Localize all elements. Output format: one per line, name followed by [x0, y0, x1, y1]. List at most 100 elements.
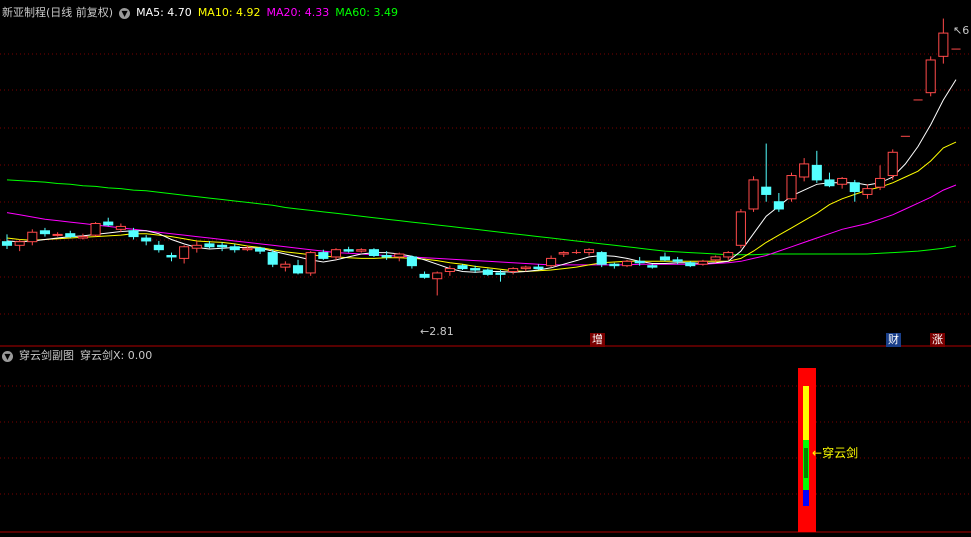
candle-body: [621, 260, 633, 267]
candle[interactable]: [786, 172, 797, 202]
marker-zhang[interactable]: 涨: [930, 333, 945, 347]
candle-body: [482, 269, 493, 275]
candle[interactable]: [27, 229, 38, 246]
candle[interactable]: [647, 264, 658, 269]
candle-body: [1, 241, 13, 246]
candle[interactable]: [508, 267, 519, 275]
candle-body: [406, 256, 417, 267]
candle-body: [103, 221, 114, 226]
candle[interactable]: [811, 150, 822, 183]
candle-body: [799, 163, 810, 178]
candle[interactable]: [938, 18, 949, 64]
marker-zeng[interactable]: 增: [590, 333, 605, 347]
candle[interactable]: [849, 179, 860, 202]
candle-body: [508, 268, 519, 272]
candle[interactable]: [609, 262, 620, 269]
candle[interactable]: [697, 259, 708, 266]
candle-body: [685, 262, 696, 267]
candle[interactable]: [875, 165, 886, 191]
candle-body: [356, 249, 367, 252]
candle[interactable]: [761, 143, 772, 202]
candle[interactable]: [14, 239, 25, 252]
candle[interactable]: [292, 259, 304, 275]
candle-body: [191, 244, 202, 249]
candle[interactable]: [166, 252, 177, 262]
candle-body: [90, 223, 101, 236]
candle[interactable]: [837, 176, 848, 189]
candle[interactable]: [141, 235, 152, 246]
candle-body: [659, 256, 671, 261]
candle[interactable]: [925, 56, 936, 97]
candle[interactable]: [267, 249, 278, 268]
candle[interactable]: [305, 251, 316, 276]
candle[interactable]: [191, 240, 202, 253]
candle[interactable]: [368, 248, 380, 257]
ma10-readout: MA10: 4.92: [197, 6, 261, 19]
signal-bar-blue: [803, 490, 809, 506]
candle[interactable]: [39, 227, 51, 237]
candle[interactable]: [773, 192, 784, 212]
chevron-down-icon[interactable]: ▼: [119, 7, 131, 19]
candle[interactable]: [255, 246, 266, 255]
candle[interactable]: [862, 184, 873, 199]
stock-title: 新亚制程(日线 前复权): [2, 6, 114, 19]
high-price-label: ↖6: [953, 24, 970, 37]
candle[interactable]: [571, 249, 581, 255]
candle[interactable]: [330, 248, 342, 260]
candle[interactable]: [394, 252, 405, 262]
candle-body: [748, 179, 759, 210]
candle[interactable]: [419, 271, 430, 279]
ma5-readout: MA5: 4.70: [136, 6, 192, 19]
candle[interactable]: [280, 261, 291, 272]
indicator-value: 穿云剑X: 0.00: [80, 349, 153, 362]
candle[interactable]: [659, 252, 671, 262]
candle-body: [710, 256, 721, 261]
candle[interactable]: [824, 172, 835, 188]
marker-cai[interactable]: 财: [886, 333, 901, 347]
candle[interactable]: [1, 234, 13, 249]
candle[interactable]: [685, 261, 696, 268]
candle-body: [141, 237, 152, 242]
candle-body: [723, 252, 734, 258]
candle-body: [128, 230, 139, 238]
candle[interactable]: [356, 248, 367, 253]
candle[interactable]: [558, 251, 569, 257]
candle[interactable]: [735, 208, 746, 249]
candle[interactable]: [621, 259, 633, 268]
candle[interactable]: [179, 245, 190, 264]
candle-body: [520, 266, 531, 270]
candle[interactable]: [343, 246, 354, 253]
signal-bar-inner: [804, 448, 808, 478]
candle[interactable]: [432, 271, 443, 296]
candle-body: [786, 175, 797, 200]
candle-body: [267, 252, 278, 265]
candle[interactable]: [482, 268, 493, 276]
candle[interactable]: [887, 149, 898, 180]
candle-body: [849, 182, 860, 193]
candle[interactable]: [406, 255, 417, 269]
candle[interactable]: [103, 217, 114, 227]
candle[interactable]: [77, 233, 88, 240]
candle-body: [457, 265, 468, 270]
candle-body: [697, 260, 708, 265]
candle[interactable]: [546, 255, 557, 268]
candle[interactable]: [799, 158, 810, 182]
chevron-down-icon[interactable]: ▼: [2, 350, 13, 362]
candle[interactable]: [748, 176, 759, 212]
candle-body: [65, 233, 76, 238]
candle[interactable]: [583, 248, 595, 256]
candle-body: [887, 151, 898, 177]
candle[interactable]: [52, 232, 63, 237]
candle-body: [77, 236, 88, 239]
candle-body: [305, 252, 316, 274]
candle-body: [242, 247, 253, 251]
candle[interactable]: [153, 240, 164, 253]
candle[interactable]: [217, 242, 228, 252]
candle-body: [444, 268, 455, 272]
candle[interactable]: [520, 265, 531, 272]
low-price-label: ←2.81: [420, 325, 454, 338]
ma60-line: [6, 179, 957, 256]
candle[interactable]: [90, 222, 101, 237]
candle[interactable]: [65, 230, 76, 239]
candle[interactable]: [229, 243, 240, 253]
